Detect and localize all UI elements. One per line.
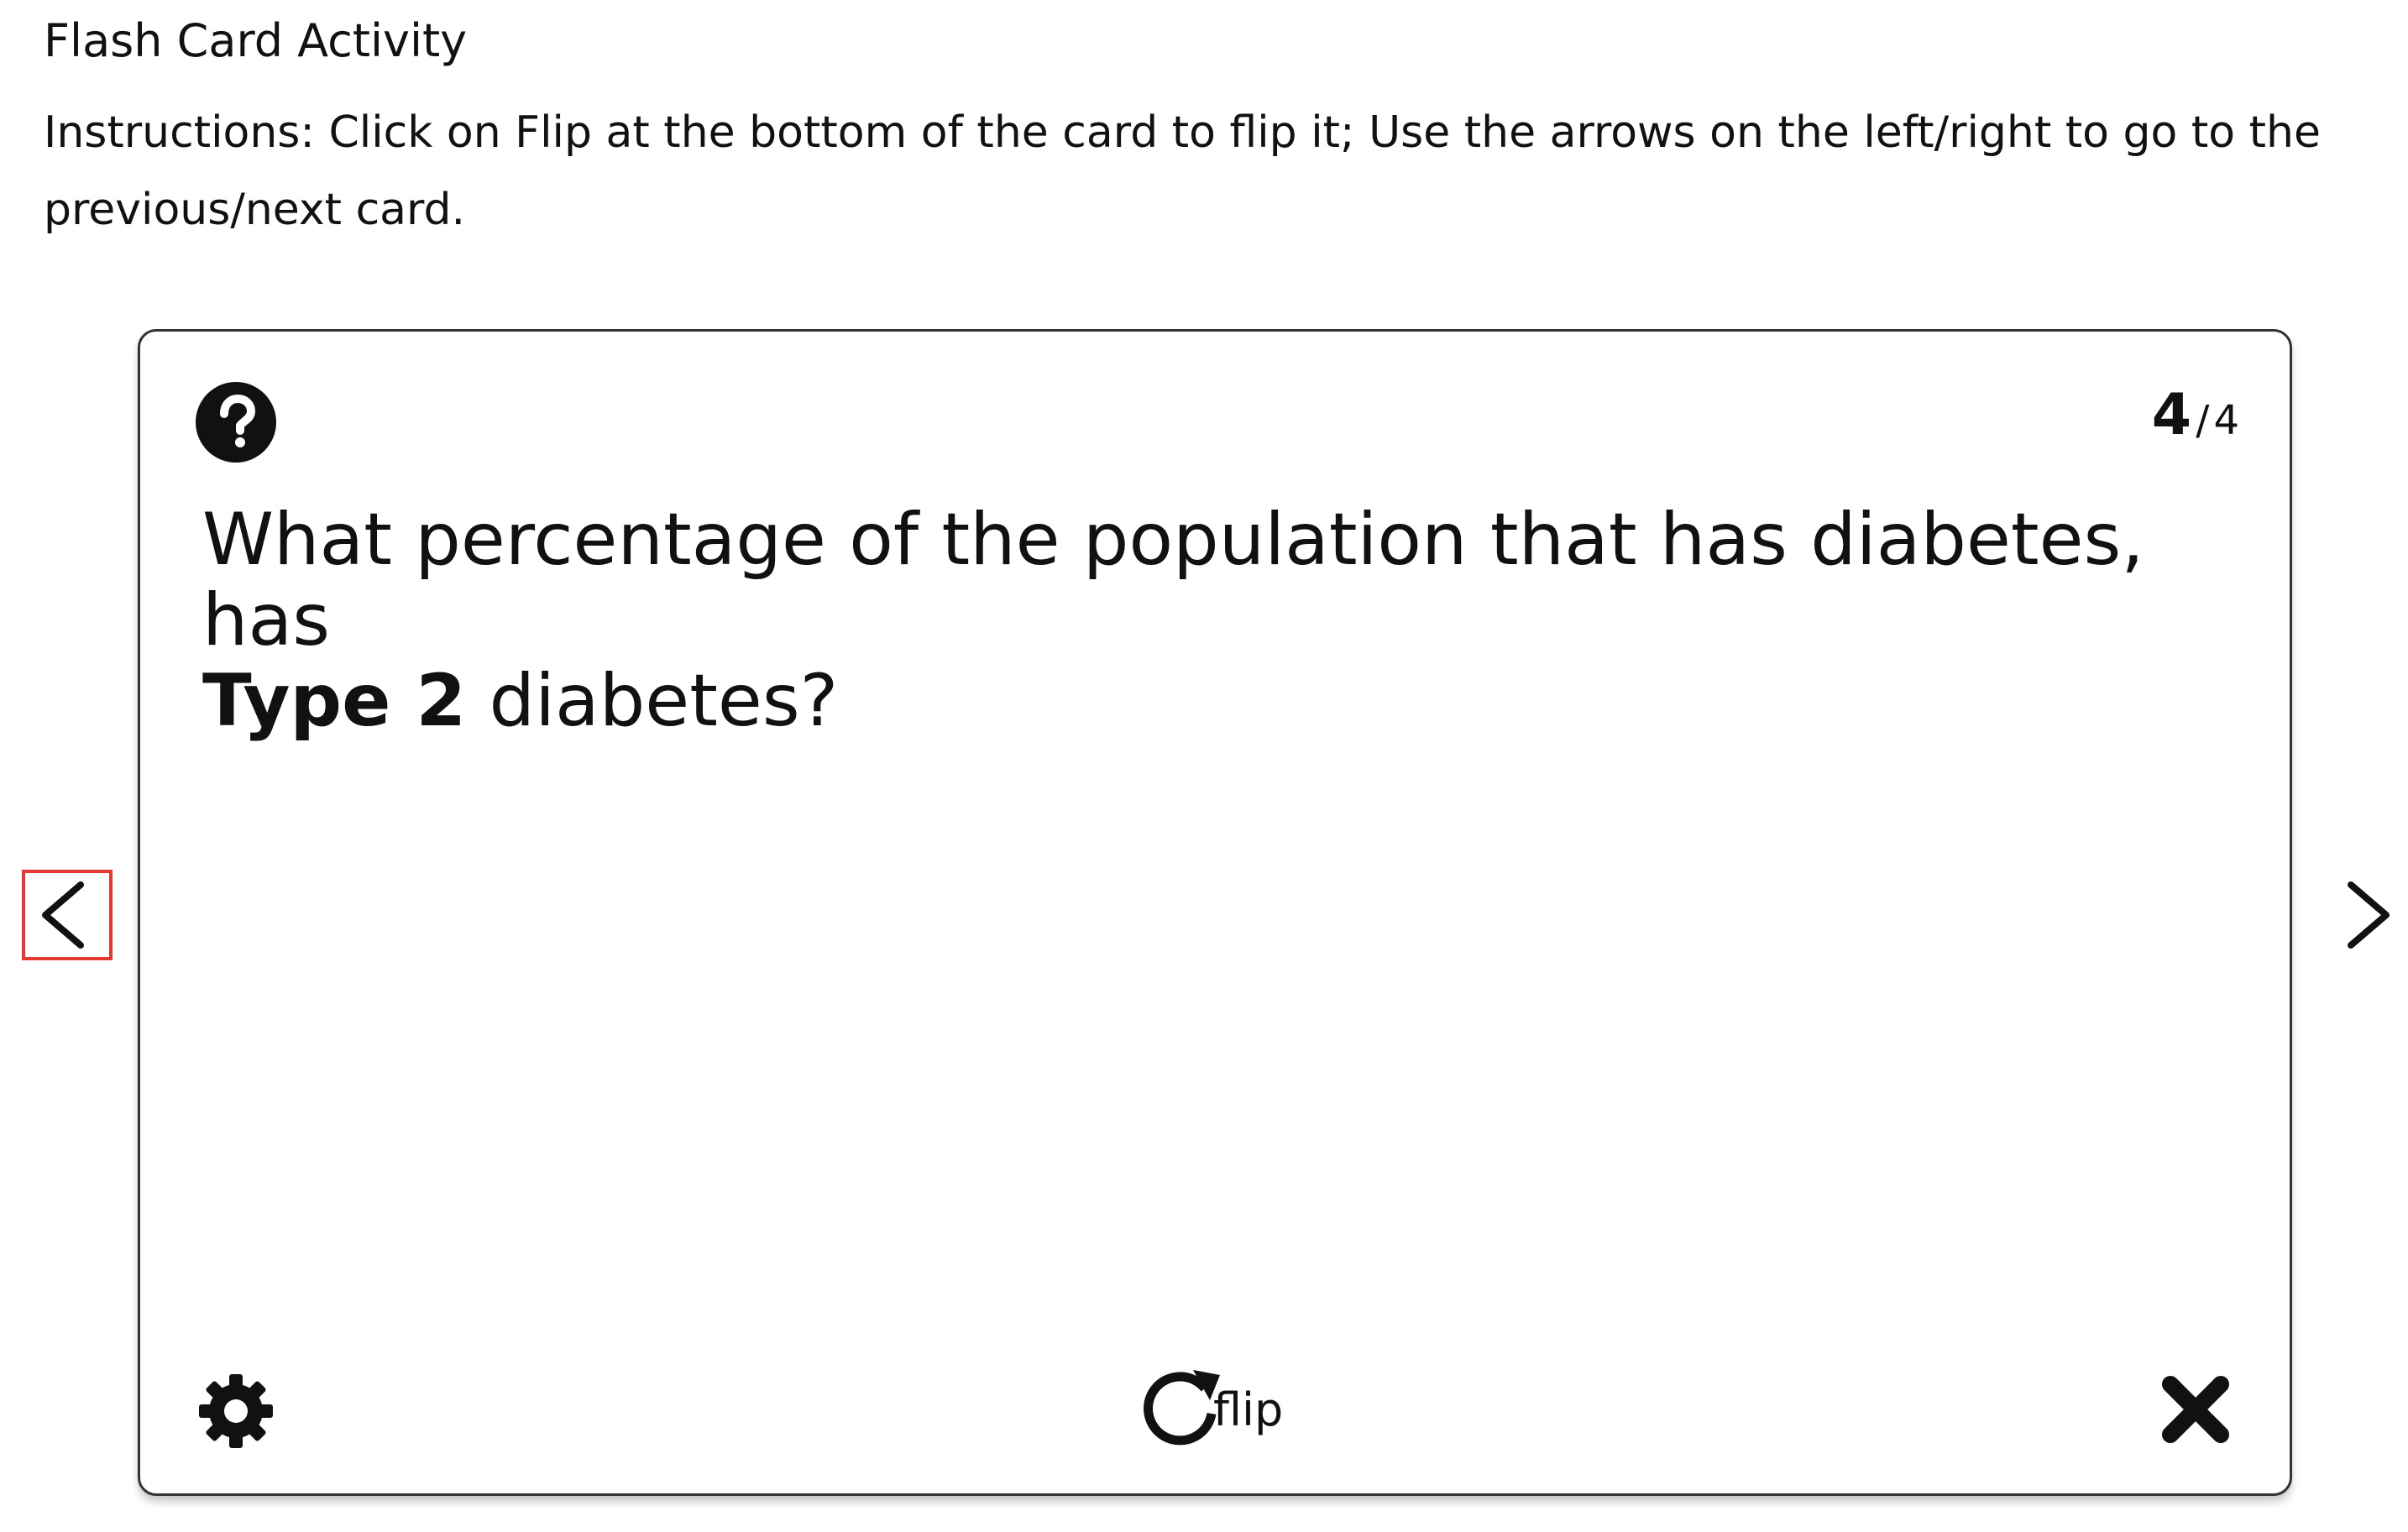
flash-card: 4 / 4 What percentage of the population … <box>138 329 2292 1496</box>
question-text-bold: Type 2 <box>202 659 467 743</box>
close-button[interactable] <box>2159 1373 2233 1446</box>
chevron-right-icon <box>2348 881 2390 949</box>
flip-label: flip <box>1213 1383 1284 1436</box>
question-text-part2: diabetes? <box>466 659 839 743</box>
counter-total: 4 <box>2213 397 2239 444</box>
previous-card-button[interactable] <box>22 870 113 960</box>
counter-separator: / <box>2196 397 2210 444</box>
instructions-text: Instructions: Click on Flip at the botto… <box>44 107 2321 235</box>
rotate-cw-icon <box>1144 1370 1220 1446</box>
card-counter: 4 / 4 <box>2152 382 2239 448</box>
chevron-left-icon <box>42 881 84 949</box>
gear-icon <box>199 1374 273 1448</box>
settings-button[interactable] <box>196 1371 276 1451</box>
flip-button[interactable]: flip <box>1138 1361 1283 1453</box>
counter-current: 4 <box>2151 382 2192 448</box>
card-question: What percentage of the population that h… <box>202 499 2251 741</box>
close-x-icon <box>2162 1376 2229 1443</box>
next-card-button[interactable] <box>2331 870 2405 960</box>
help-button[interactable] <box>196 382 276 463</box>
activity-title: Flash Card Activity <box>44 14 468 67</box>
question-text-part1: What percentage of the population that h… <box>202 498 2144 662</box>
question-circle-icon <box>197 384 275 461</box>
